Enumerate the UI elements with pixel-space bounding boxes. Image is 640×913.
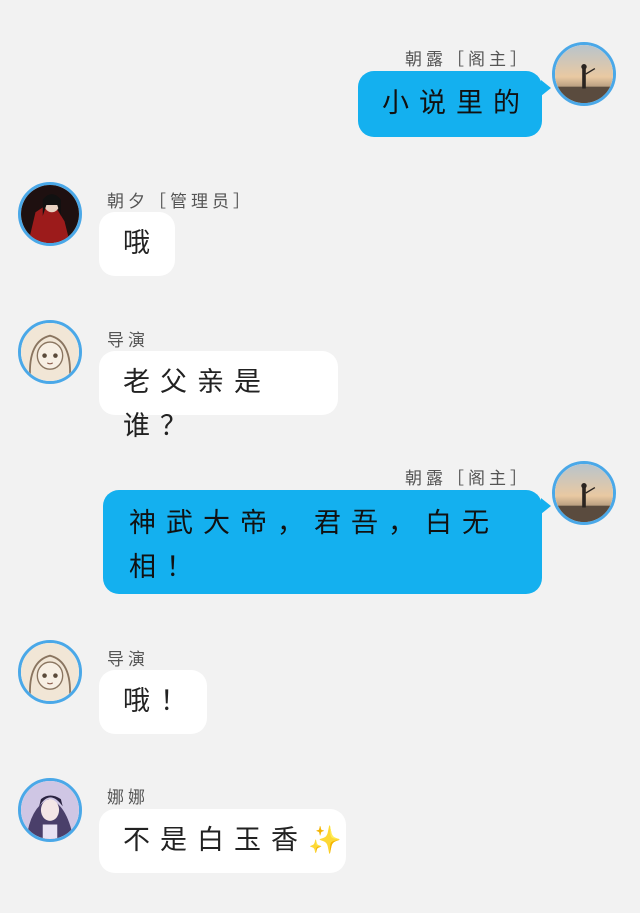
sender-name: 导演: [107, 650, 149, 670]
bubble-tail: [541, 80, 551, 96]
message-bubble[interactable]: 老父亲是谁？: [99, 351, 338, 442]
message-bubble[interactable]: 小说里的: [358, 71, 542, 137]
message-text: 小说里的: [382, 88, 530, 119]
sender-name: 导演: [107, 331, 149, 351]
sunset-figure-avatar-icon[interactable]: [552, 42, 616, 106]
message-bubble[interactable]: 哦！: [99, 670, 207, 734]
sender-name: 朝露［阁主］: [405, 50, 531, 70]
message-text: 老父亲是谁？: [123, 367, 271, 442]
red-robed-figure-avatar-icon[interactable]: [18, 182, 82, 246]
anime-sketch-avatar-icon[interactable]: [18, 320, 82, 384]
bubble-tail: [541, 498, 551, 514]
message-bubble[interactable]: 神武大帝，君吾，白无 相！: [103, 490, 542, 594]
message-text: 不是白玉香: [123, 825, 308, 856]
message-text-line-1: 神武大帝，君吾，白无: [129, 508, 499, 539]
sender-name: 朝露［阁主］: [405, 469, 531, 489]
lavender-portrait-avatar-icon[interactable]: [18, 778, 82, 842]
sender-name: 娜娜: [107, 788, 149, 808]
message-bubble[interactable]: 不是白玉香✨: [99, 809, 346, 873]
anime-sketch-avatar-icon[interactable]: [18, 640, 82, 704]
sparkles-icon: ✨: [308, 825, 342, 856]
sender-name: 朝夕［管理员］: [107, 192, 254, 212]
message-text-line-2: 相！: [129, 552, 203, 583]
message-text: 哦: [123, 228, 160, 259]
message-text: 哦！: [123, 686, 197, 717]
sunset-figure-avatar-icon[interactable]: [552, 461, 616, 525]
message-bubble[interactable]: 哦: [99, 212, 175, 276]
